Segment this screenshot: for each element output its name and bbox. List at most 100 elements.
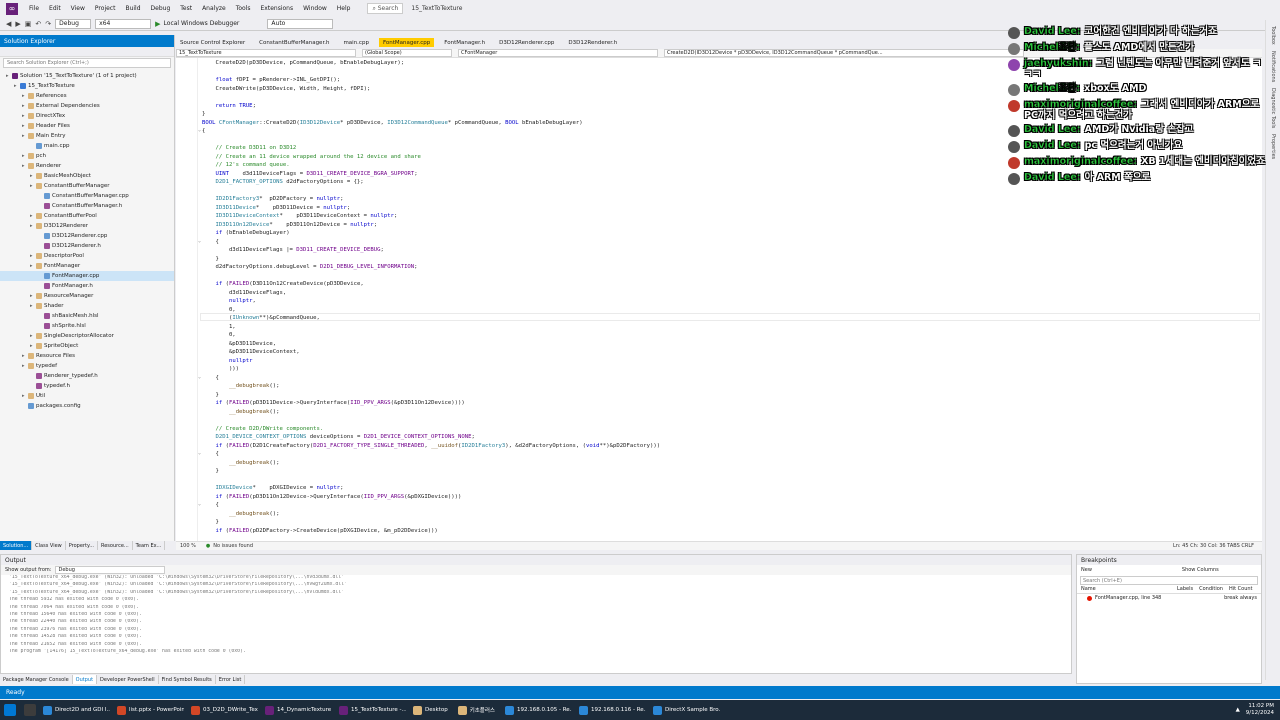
tree-item[interactable]: FontManager.h bbox=[0, 281, 174, 291]
bottom-tab[interactable]: Find Symbol Results bbox=[159, 675, 216, 684]
network-icon[interactable]: ▲ bbox=[1236, 707, 1240, 713]
menu-item-edit[interactable]: Edit bbox=[44, 5, 66, 12]
windows-start-icon[interactable] bbox=[4, 704, 16, 716]
show-columns-button[interactable]: Show Columns bbox=[1182, 567, 1219, 573]
editor-tab[interactable]: D3D12Renderer.h bbox=[564, 38, 621, 47]
taskbar-app[interactable]: list.pptx - PowerPoint bbox=[114, 703, 184, 717]
editor-tab[interactable]: D3D12Renderer.cpp bbox=[495, 38, 558, 47]
editor-tab[interactable]: FontManager.cpp bbox=[378, 38, 435, 47]
bottom-tab[interactable]: Error List bbox=[216, 675, 246, 684]
tree-item[interactable]: ▸ Util bbox=[0, 391, 174, 401]
undo-icon[interactable]: ↶ bbox=[35, 20, 41, 28]
menu-item-file[interactable]: File bbox=[24, 5, 44, 12]
menu-item-build[interactable]: Build bbox=[120, 5, 145, 12]
side-tab[interactable]: Resource... bbox=[98, 541, 133, 550]
clock[interactable]: 11:02 PM 9/12/2024 bbox=[1246, 703, 1274, 717]
breakpoint-row[interactable]: FontManager.cpp, line 348 break always bbox=[1077, 594, 1261, 602]
tree-item[interactable]: ▸ 15_TextToTexture bbox=[0, 81, 174, 91]
menu-item-window[interactable]: Window bbox=[298, 5, 332, 12]
nav-dropdown[interactable]: 15_TextToTexture bbox=[176, 49, 356, 57]
menu-item-debug[interactable]: Debug bbox=[146, 5, 176, 12]
tree-item[interactable]: ▸ ConstantBufferPool bbox=[0, 211, 174, 221]
tree-item[interactable]: ▸ DirectXTex bbox=[0, 111, 174, 121]
taskbar-app[interactable]: 14_DynamicTexture -... bbox=[262, 703, 332, 717]
tree-item[interactable]: ▸ SingleDescriptorAllocator bbox=[0, 331, 174, 341]
side-tab[interactable]: Team Ex... bbox=[133, 541, 166, 550]
collapse-toggle-icon[interactable]: ⌄ bbox=[198, 450, 203, 456]
breakpoints-column-header[interactable]: Condition bbox=[1199, 586, 1223, 593]
editor-tab[interactable]: Source Control Explorer bbox=[176, 38, 249, 47]
right-strip-tab[interactable]: Toolbox bbox=[1270, 26, 1276, 45]
tree-item[interactable]: ▸ Solution '15_TextToTexture' (1 of 1 pro… bbox=[0, 71, 174, 81]
menu-item-tools[interactable]: Tools bbox=[231, 5, 256, 12]
tree-item[interactable]: ▸ Main Entry bbox=[0, 131, 174, 141]
tree-item[interactable]: ▸ BasicMeshObject bbox=[0, 171, 174, 181]
tree-item[interactable]: FontManager.cpp bbox=[0, 271, 174, 281]
editor-tab[interactable]: main.cpp bbox=[339, 38, 373, 47]
tree-item[interactable]: ▸ Header Files bbox=[0, 121, 174, 131]
run-icon[interactable]: ▶ bbox=[155, 20, 160, 28]
side-tab[interactable]: Property... bbox=[66, 541, 98, 550]
redo-icon[interactable]: ↷ bbox=[45, 20, 51, 28]
menu-item-view[interactable]: View bbox=[66, 5, 90, 12]
save-icon[interactable]: ▣ bbox=[25, 20, 32, 28]
bottom-tab[interactable]: Package Manager Console bbox=[0, 675, 73, 684]
bottom-tab[interactable]: Developer PowerShell bbox=[97, 675, 159, 684]
taskbar-app[interactable]: 192.168.0.105 - Re... bbox=[502, 703, 572, 717]
menu-item-help[interactable]: Help bbox=[332, 5, 356, 12]
tree-item[interactable]: D3D12Renderer.cpp bbox=[0, 231, 174, 241]
collapse-toggle-icon[interactable]: ⌄ bbox=[198, 127, 203, 133]
tree-item[interactable]: ▸ Shader bbox=[0, 301, 174, 311]
side-tab[interactable]: Class View bbox=[32, 541, 66, 550]
taskbar-app[interactable]: 03_D2D_DWrite_Tex... bbox=[188, 703, 258, 717]
taskbar-app[interactable]: Desktop bbox=[410, 703, 451, 717]
taskbar-app[interactable]: 192.168.0.116 - Re... bbox=[576, 703, 646, 717]
collapse-toggle-icon[interactable]: ⌄ bbox=[198, 374, 203, 380]
taskbar-app[interactable]: Direct2D and GDI I... bbox=[40, 703, 110, 717]
issues-status[interactable]: No issues found bbox=[213, 543, 253, 549]
show-output-select[interactable]: Debug bbox=[55, 566, 166, 574]
back-icon[interactable]: ◀ bbox=[6, 20, 11, 28]
tree-item[interactable]: ▸ ResourceManager bbox=[0, 291, 174, 301]
taskbar-app[interactable]: 키초플러스 bbox=[455, 703, 498, 717]
tree-item[interactable]: ▸ ConstantBufferManager bbox=[0, 181, 174, 191]
right-strip-tab[interactable]: Properties bbox=[1270, 134, 1276, 159]
task-view-icon[interactable] bbox=[24, 704, 36, 716]
bottom-tab[interactable]: Output bbox=[72, 675, 98, 684]
auto-select[interactable]: Auto bbox=[267, 18, 334, 29]
menu-item-analyze[interactable]: Analyze bbox=[197, 5, 231, 12]
breakpoints-column-header[interactable]: Name bbox=[1081, 586, 1171, 593]
config-select[interactable]: Debug bbox=[55, 18, 92, 29]
collapse-toggle-icon[interactable]: ⌄ bbox=[198, 501, 203, 507]
nav-dropdown[interactable]: (Global Scope) bbox=[362, 49, 452, 57]
breakpoints-column-header[interactable]: Hit Count bbox=[1229, 586, 1253, 593]
tree-item[interactable]: ▸ SpriteObject bbox=[0, 341, 174, 351]
breakpoints-column-header[interactable]: Labels bbox=[1177, 586, 1193, 593]
tree-item[interactable]: Renderer_typedef.h bbox=[0, 371, 174, 381]
tree-item[interactable]: ▸ References bbox=[0, 91, 174, 101]
nav-dropdown[interactable]: CreateD2D(ID3D12Device * pD3DDevice, ID3… bbox=[664, 49, 1024, 57]
right-strip-tab[interactable]: Notifications bbox=[1270, 51, 1276, 82]
platform-select[interactable]: x64 bbox=[95, 18, 152, 29]
tree-item[interactable]: main.cpp bbox=[0, 141, 174, 151]
run-button[interactable]: Local Windows Debugger bbox=[164, 20, 240, 27]
editor-tab[interactable]: FontManager.h bbox=[440, 38, 489, 47]
zoom-level[interactable]: 100 % bbox=[180, 543, 196, 549]
tree-item[interactable]: ▸ Renderer bbox=[0, 161, 174, 171]
search-box[interactable]: ⌕ Search bbox=[367, 3, 404, 14]
tree-item[interactable]: ▸ FontManager bbox=[0, 261, 174, 271]
tree-item[interactable]: ▸ External Dependencies bbox=[0, 101, 174, 111]
collapse-toggle-icon[interactable]: ⌄ bbox=[198, 238, 203, 244]
tree-item[interactable]: ▸ typedef bbox=[0, 361, 174, 371]
tree-item[interactable]: ConstantBufferManager.cpp bbox=[0, 191, 174, 201]
tree-item[interactable]: ▸ Resource Files bbox=[0, 351, 174, 361]
forward-icon[interactable]: ▶ bbox=[15, 20, 20, 28]
right-strip-tab[interactable]: Diagnostic Tools bbox=[1270, 88, 1276, 128]
tree-item[interactable]: ▸ D3D12Renderer bbox=[0, 221, 174, 231]
tree-item[interactable]: ConstantBufferManager.h bbox=[0, 201, 174, 211]
menu-item-extensions[interactable]: Extensions bbox=[256, 5, 299, 12]
taskbar-app[interactable]: 15_TextToTexture -... bbox=[336, 703, 406, 717]
menu-item-project[interactable]: Project bbox=[90, 5, 121, 12]
side-tab[interactable]: Solution... bbox=[0, 541, 33, 550]
new-breakpoint-button[interactable]: New bbox=[1081, 567, 1092, 573]
